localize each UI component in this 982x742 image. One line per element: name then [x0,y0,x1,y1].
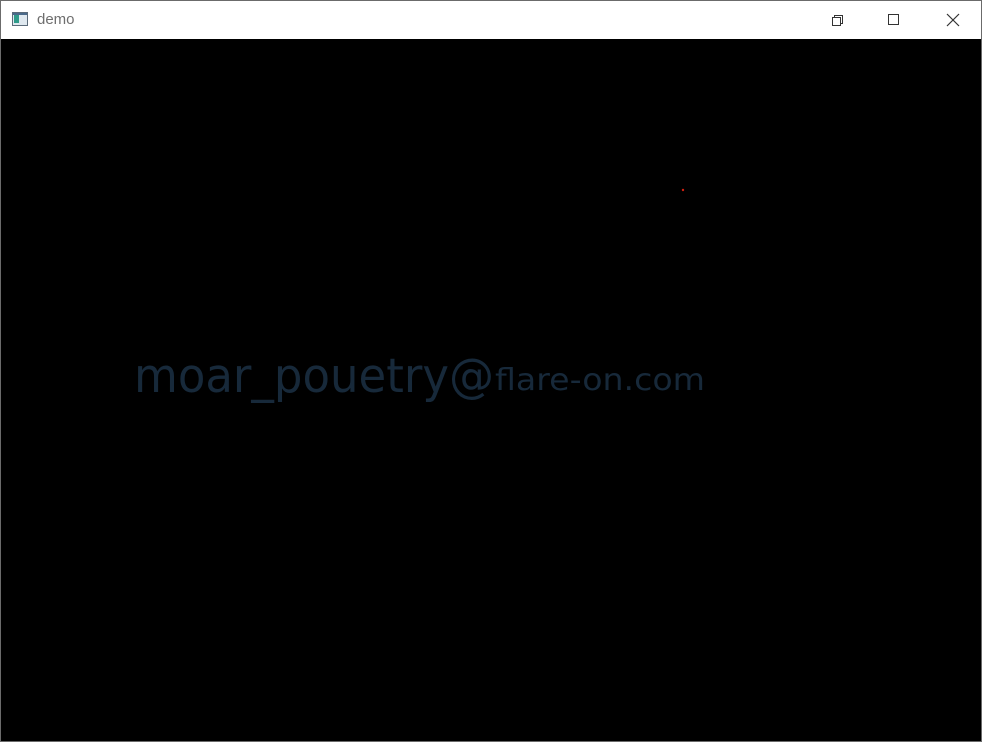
maximize-button[interactable] [864,1,922,39]
render-canvas[interactable]: moar_pouetry@ flare-on.com [1,39,981,741]
app-icon-pane [14,15,19,23]
restore-button[interactable] [806,1,864,39]
maximize-icon [888,14,899,25]
close-icon [946,13,960,27]
flag-text-part1: moar_pouetry@ [134,349,494,404]
app-window: demo moar_pouetry@ flare-on.com [0,0,982,742]
close-button[interactable] [922,1,980,39]
restore-icon [832,15,843,26]
flag-text-part2: flare-on.com [495,363,705,398]
window-title: demo [37,11,75,28]
title-bar[interactable]: demo [1,1,981,39]
red-dot [681,188,685,192]
render-surface: moar_pouetry@ flare-on.com [134,188,705,404]
app-window-icon [12,12,28,26]
